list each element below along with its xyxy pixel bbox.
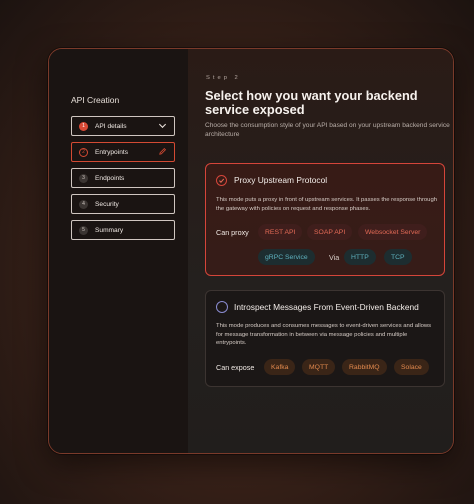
page-subtitle: Choose the consumption style of your API… bbox=[205, 122, 450, 138]
step-label: Security bbox=[95, 200, 119, 208]
step-label: API details bbox=[95, 122, 127, 130]
step-indicator: Step 2 bbox=[206, 75, 241, 81]
step-label: Endpoints bbox=[95, 174, 125, 182]
option-proxy-upstream[interactable]: Proxy Upstream Protocol This mode puts a… bbox=[205, 163, 445, 276]
chip-http: HTTP bbox=[344, 249, 376, 265]
pencil-icon[interactable] bbox=[158, 147, 167, 158]
step-number: 2 bbox=[79, 147, 88, 157]
step-label: Entrypoints bbox=[95, 148, 128, 156]
main-panel: Step 2 Select how you want your backend … bbox=[188, 49, 453, 453]
chip-rest-api: REST API bbox=[258, 224, 303, 240]
api-creation-window: API Creation 1 API details 2 Entrypoints… bbox=[48, 48, 454, 454]
radio-button[interactable] bbox=[216, 301, 228, 313]
step-number: 3 bbox=[79, 173, 88, 183]
via-label: Via bbox=[329, 253, 340, 262]
chip-rabbitmq: RabbitMQ bbox=[342, 359, 387, 375]
step-number: 4 bbox=[79, 199, 88, 209]
row-label: Can proxy bbox=[216, 228, 249, 237]
chip-soap-api: SOAP API bbox=[307, 224, 353, 240]
step-label: Summary bbox=[95, 226, 124, 234]
chip-mqtt: MQTT bbox=[302, 359, 336, 375]
sidebar: API Creation 1 API details 2 Entrypoints… bbox=[49, 49, 188, 453]
chip-tcp: TCP bbox=[384, 249, 412, 265]
step-api-details[interactable]: 1 API details bbox=[71, 116, 175, 136]
step-endpoints[interactable]: 3 Endpoints bbox=[71, 168, 175, 188]
page-title: Select how you want your backend service… bbox=[205, 88, 418, 117]
option-introspect-messages[interactable]: Introspect Messages From Event-Driven Ba… bbox=[205, 290, 445, 387]
chip-websocket-server: Websocket Server bbox=[358, 224, 428, 240]
step-number: 1 bbox=[79, 121, 88, 131]
checkmark-icon[interactable] bbox=[216, 175, 227, 186]
chip-grpc-service: gRPC Service bbox=[258, 249, 315, 265]
chip-kafka: Kafka bbox=[264, 359, 296, 375]
option-description: This mode produces and consumes messages… bbox=[216, 323, 432, 347]
chevron-down-icon[interactable] bbox=[158, 121, 167, 132]
sidebar-title: API Creation bbox=[71, 95, 120, 105]
option-description: This mode puts a proxy in front of upstr… bbox=[216, 197, 438, 212]
step-summary[interactable]: 5 Summary bbox=[71, 220, 175, 240]
row-label: Can expose bbox=[216, 363, 255, 372]
step-security[interactable]: 4 Security bbox=[71, 194, 175, 214]
option-title: Introspect Messages From Event-Driven Ba… bbox=[234, 302, 419, 312]
step-entrypoints[interactable]: 2 Entrypoints bbox=[71, 142, 175, 162]
step-number: 5 bbox=[79, 225, 88, 235]
chip-solace: Solace bbox=[394, 359, 429, 375]
option-title: Proxy Upstream Protocol bbox=[234, 175, 328, 185]
